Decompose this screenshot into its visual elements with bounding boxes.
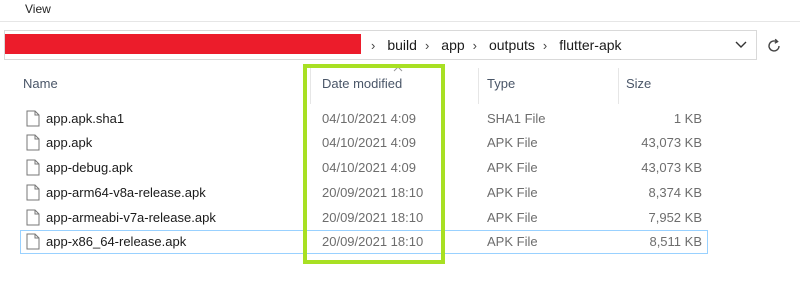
file-size: 7,952 KB <box>648 210 703 225</box>
address-bar[interactable]: › build › app › outputs › flutter-apk <box>4 30 757 60</box>
file-icon <box>26 134 40 151</box>
file-type: APK File <box>487 135 538 150</box>
chevron-right-icon[interactable]: › <box>425 38 429 53</box>
chevron-right-icon[interactable]: › <box>371 38 375 53</box>
file-icon <box>26 159 40 176</box>
column-divider[interactable] <box>618 68 619 104</box>
column-header-size[interactable]: Size <box>626 76 651 91</box>
redacted-path <box>5 34 361 54</box>
breadcrumb-flutter-apk[interactable]: flutter-apk <box>557 37 623 53</box>
chevron-right-icon[interactable]: › <box>543 38 547 53</box>
file-icon <box>26 184 40 201</box>
file-type: APK File <box>487 160 538 175</box>
chevron-right-icon[interactable]: › <box>473 38 477 53</box>
column-header-name[interactable]: Name <box>23 76 58 91</box>
breadcrumb-outputs[interactable]: outputs <box>487 37 537 53</box>
file-name: app-x86_64-release.apk <box>46 234 187 249</box>
file-type: SHA1 File <box>487 111 546 126</box>
file-type: APK File <box>487 185 538 200</box>
refresh-button[interactable] <box>762 34 786 58</box>
file-size: 8,511 KB <box>649 234 702 249</box>
file-type: APK File <box>487 210 538 225</box>
file-name: app-armeabi-v7a-release.apk <box>46 210 216 225</box>
file-name: app-arm64-v8a-release.apk <box>46 185 206 200</box>
breadcrumb: › build › app › outputs › flutter-apk <box>365 31 624 59</box>
file-icon <box>26 110 40 127</box>
file-icon <box>26 209 40 226</box>
file-name: app.apk.sha1 <box>46 111 125 126</box>
file-size: 43,073 KB <box>641 160 702 175</box>
file-type: APK File <box>487 234 538 249</box>
breadcrumb-build[interactable]: build <box>385 37 419 53</box>
file-size: 43,073 KB <box>641 135 702 150</box>
ribbon-menu: View <box>0 0 800 20</box>
file-name: app-debug.apk <box>46 160 133 175</box>
file-size: 8,374 KB <box>648 185 703 200</box>
file-icon <box>26 233 40 250</box>
breadcrumb-app[interactable]: app <box>439 37 466 53</box>
menu-view[interactable]: View <box>25 2 51 16</box>
ribbon-divider <box>0 21 800 22</box>
highlight-box <box>303 64 445 264</box>
address-dropdown-button[interactable] <box>731 36 751 54</box>
file-size: 1 KB <box>673 111 702 126</box>
column-header-type[interactable]: Type <box>487 76 515 91</box>
refresh-icon <box>768 38 780 52</box>
file-name: app.apk <box>46 135 93 150</box>
chevron-down-icon <box>735 41 747 48</box>
column-divider[interactable] <box>478 68 479 104</box>
